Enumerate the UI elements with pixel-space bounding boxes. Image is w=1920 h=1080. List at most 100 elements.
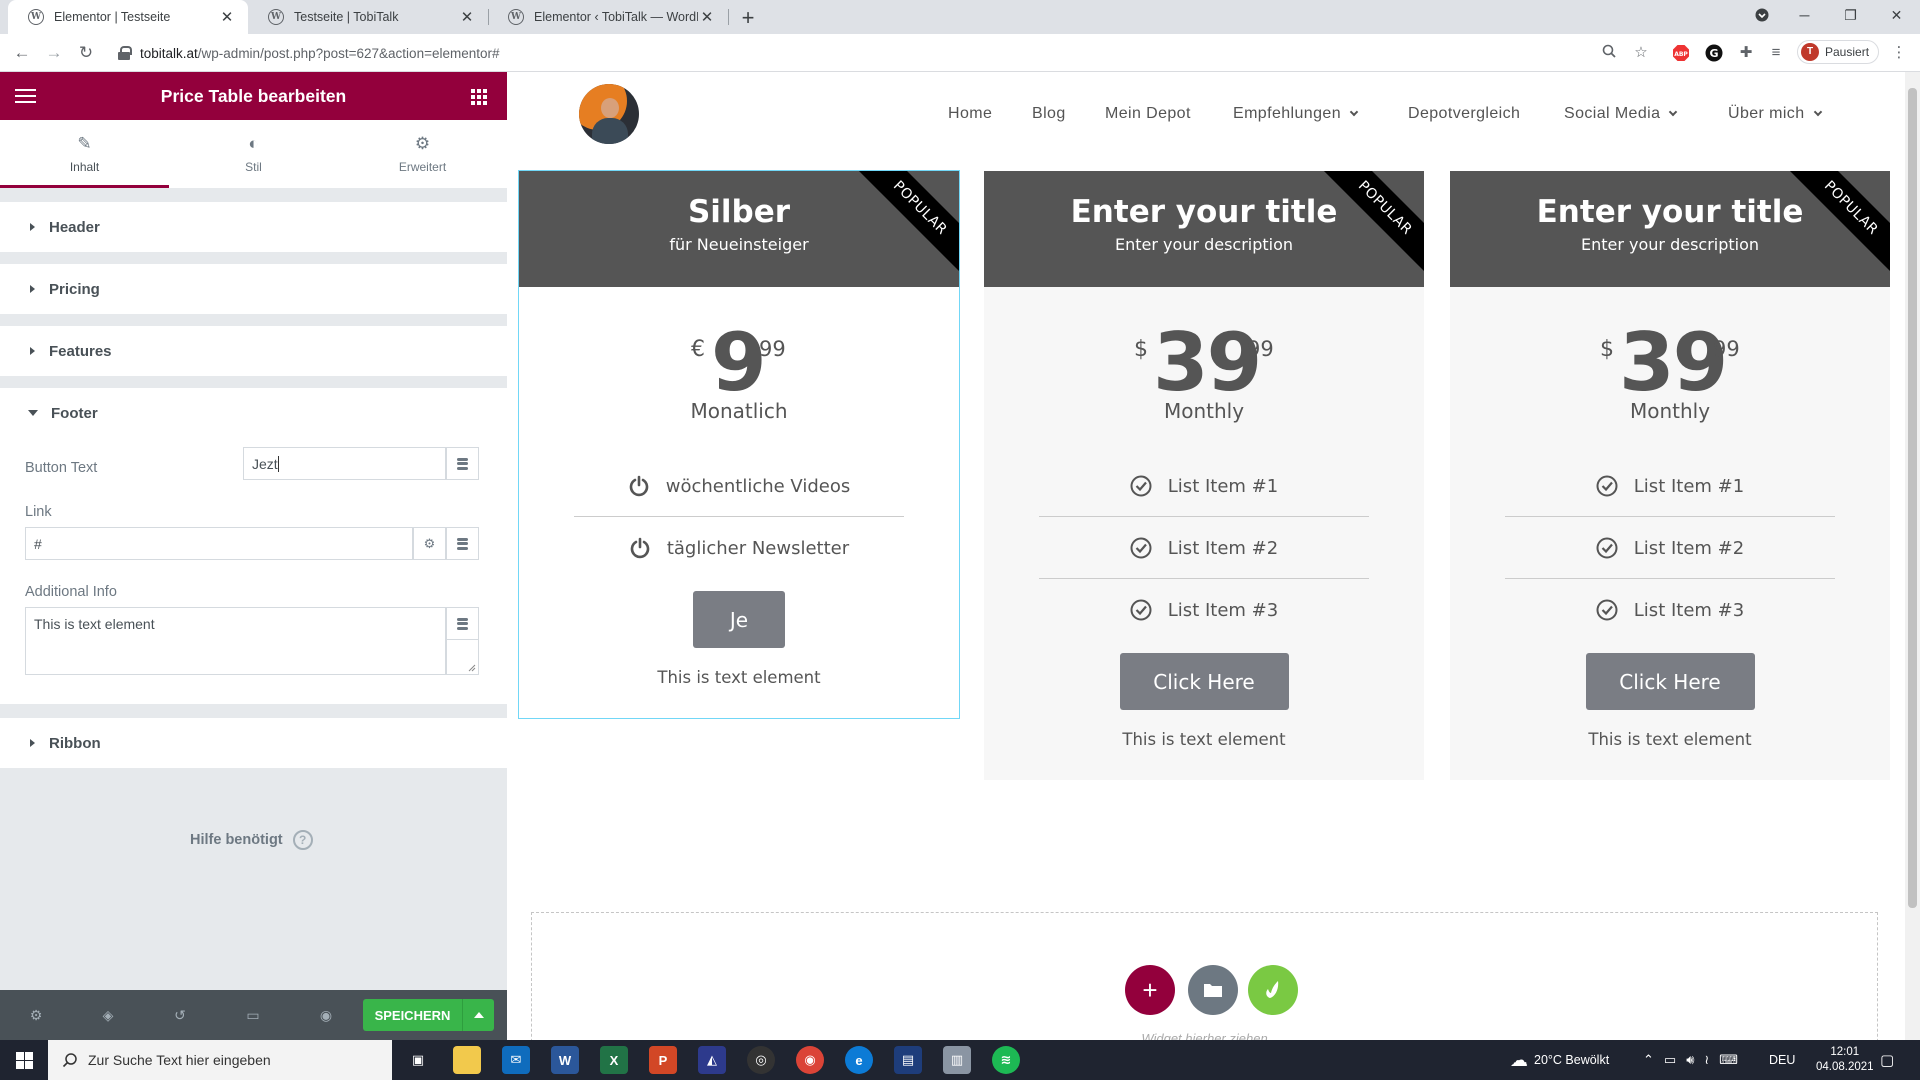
widgets-grid-icon[interactable] (455, 72, 507, 120)
bookmark-star-icon[interactable]: ☆ (1632, 44, 1650, 62)
price-table-button[interactable]: Click Here (1119, 653, 1289, 710)
preview-eye-icon[interactable]: ◉ (316, 1006, 336, 1024)
maximize-icon[interactable]: ❐ (1828, 0, 1873, 30)
back-icon[interactable]: ← (11, 42, 33, 64)
tab-erweitert[interactable]: ⚙ Erweitert (338, 120, 507, 188)
file-explorer-icon[interactable] (453, 1046, 481, 1074)
excel-icon[interactable]: X (600, 1046, 628, 1074)
responsive-mode-icon[interactable]: ▭ (243, 1006, 263, 1024)
section-footer[interactable]: Footer (0, 388, 507, 438)
obs-icon[interactable]: ◎ (747, 1046, 775, 1074)
window-close-icon[interactable]: ✕ (1874, 0, 1919, 30)
nav-blog[interactable]: Blog (1032, 105, 1066, 123)
price-table-card[interactable]: Enter your title Enter your description … (984, 171, 1424, 780)
reading-list-icon[interactable]: ≡ (1767, 44, 1785, 62)
chrome-menu-icon[interactable]: ⋮ (1890, 44, 1908, 62)
tab-inhalt[interactable]: ✎ Inhalt (0, 120, 169, 188)
nav-mein-depot[interactable]: Mein Depot (1105, 105, 1191, 123)
add-section-plus-icon[interactable]: + (1125, 965, 1175, 1015)
keyboard-icon[interactable]: ⌨ (1719, 1052, 1738, 1068)
chevron-up-icon[interactable]: ⌃ (1643, 1052, 1654, 1068)
envato-leaf-icon[interactable] (1248, 965, 1298, 1015)
zoom-icon[interactable] (1600, 44, 1618, 62)
url-input[interactable]: tobitalk.at/wp-admin/post.php?post=627&a… (112, 39, 1642, 67)
clock[interactable]: 12:01 04.08.2021 (1816, 1040, 1874, 1080)
mail-icon[interactable]: ✉ (502, 1046, 530, 1074)
grammarly-icon[interactable]: G (1705, 44, 1723, 62)
save-options-chevron-up-icon[interactable] (462, 999, 494, 1031)
history-icon[interactable]: ↺ (170, 1006, 190, 1024)
section-ribbon[interactable]: Ribbon (0, 718, 507, 768)
wifi-icon[interactable]: ≀ (1704, 1052, 1709, 1068)
chrome-icon[interactable]: ◉ (796, 1046, 824, 1074)
network-icon[interactable]: ▭ (1664, 1052, 1676, 1068)
profile-button[interactable]: T Pausiert (1797, 40, 1879, 64)
powerpoint-icon[interactable]: P (649, 1046, 677, 1074)
nav-social-media[interactable]: Social Media (1564, 105, 1678, 123)
add-template-folder-icon[interactable] (1188, 965, 1238, 1015)
help-link[interactable]: Hilfe benötigt ? (190, 830, 313, 850)
nav-empfehlungen[interactable]: Empfehlungen (1233, 105, 1359, 123)
browser-tab-wordpress[interactable]: W Elementor ‹ TobiTalk — WordPre ✕ (488, 0, 728, 34)
section-label: Pricing (49, 280, 100, 298)
section-header[interactable]: Header (0, 202, 507, 252)
additional-info-text: This is text element (657, 668, 821, 687)
spotify-icon[interactable]: ≋ (992, 1046, 1020, 1074)
link-dynamic-tags-button[interactable] (446, 527, 479, 560)
dynamic-tags-button[interactable] (446, 447, 479, 480)
reload-icon[interactable]: ↻ (75, 42, 97, 64)
info-dynamic-tags-button[interactable] (446, 607, 479, 640)
task-view-icon[interactable]: ▣ (404, 1046, 432, 1074)
close-icon[interactable]: ✕ (218, 8, 236, 26)
currency-symbol: $ (1600, 337, 1614, 362)
price-table-card[interactable]: Silber für Neueinsteiger POPULAR € 9 99 … (518, 170, 960, 719)
language-indicator[interactable]: DEU (1769, 1040, 1795, 1080)
tab-stil[interactable]: ◐ Stil (169, 120, 338, 188)
nav-ueber-mich[interactable]: Über mich (1728, 105, 1822, 123)
settings-gear-icon[interactable]: ⚙ (26, 1006, 46, 1024)
additional-info-textarea[interactable]: This is text element (25, 607, 446, 675)
close-icon[interactable]: ✕ (698, 8, 716, 26)
caret-right-icon (30, 223, 35, 231)
button-text-label: Button Text (25, 460, 98, 476)
extensions-puzzle-icon[interactable]: ✚ (1737, 44, 1755, 62)
new-tab-button[interactable]: + (738, 5, 758, 31)
button-text-input[interactable]: Jezt (243, 447, 446, 480)
address-bar: ← → ↻ tobitalk.at/wp-admin/post.php?post… (0, 34, 1920, 72)
scrollbar-thumb[interactable] (1908, 88, 1917, 908)
preview-scrollbar[interactable] (1905, 72, 1920, 1040)
tray-icons[interactable]: ⌃ ▭ 🔊︎ ≀ ⌨ (1643, 1040, 1748, 1080)
word-icon[interactable]: W (551, 1046, 579, 1074)
edge-icon[interactable]: e (845, 1046, 873, 1074)
windows-start-icon[interactable] (0, 1040, 48, 1080)
minimize-icon[interactable]: ─ (1782, 0, 1827, 30)
app-icon[interactable]: ◭ (698, 1046, 726, 1074)
link-options-button[interactable]: ⚙ (413, 527, 446, 560)
link-input[interactable]: # (25, 527, 413, 560)
nav-depotvergleich[interactable]: Depotvergleich (1408, 105, 1520, 123)
price-table-button[interactable]: Je (693, 591, 785, 648)
forward-icon[interactable]: → (43, 42, 65, 64)
taskbar-search-input[interactable]: Zur Suche Text hier eingeben (48, 1040, 392, 1080)
site-logo[interactable] (579, 84, 639, 144)
price-table-button[interactable]: Click Here (1585, 653, 1755, 710)
app-icon[interactable]: ▤ (894, 1046, 922, 1074)
price-period: Monthly (1163, 399, 1245, 423)
save-button[interactable]: SPEICHERN (363, 999, 462, 1031)
volume-icon[interactable]: 🔊︎ (1686, 1052, 1694, 1068)
close-icon[interactable]: ✕ (458, 8, 476, 26)
tab-search-icon[interactable] (1739, 0, 1784, 30)
navigator-layers-icon[interactable]: ◈ (98, 1006, 118, 1024)
section-pricing[interactable]: Pricing (0, 264, 507, 314)
nav-home[interactable]: Home (948, 105, 992, 123)
weather-widget[interactable]: ☁ 20°C Bewölkt (1510, 1040, 1609, 1080)
browser-tab-elementor[interactable]: W Elementor | Testseite ✕ (8, 0, 248, 34)
notifications-icon[interactable]: ▢ (1880, 1040, 1894, 1080)
notepad-icon[interactable]: ▥ (943, 1046, 971, 1074)
hamburger-menu-icon[interactable] (0, 72, 52, 120)
browser-tab-testseite[interactable]: W Testseite | TobiTalk ✕ (248, 0, 488, 34)
section-features[interactable]: Features (0, 326, 507, 376)
adblock-icon[interactable]: ABP (1672, 44, 1690, 62)
price-table-card[interactable]: Enter your title Enter your description … (1450, 171, 1890, 780)
resize-handle-icon[interactable] (468, 664, 476, 672)
